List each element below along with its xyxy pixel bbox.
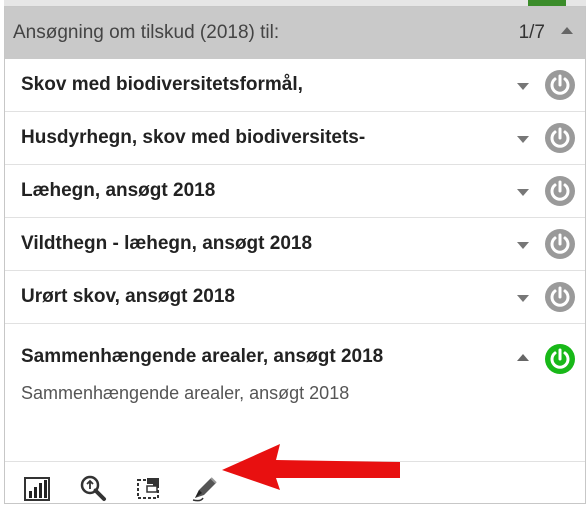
layer-description: Sammenhængende arealer, ansøgt 2018	[21, 383, 350, 403]
edit-pencil-icon[interactable]	[189, 472, 221, 504]
power-toggle-icon[interactable]	[545, 70, 575, 100]
expand-chevron-icon[interactable]	[517, 295, 529, 302]
power-toggle-icon[interactable]	[545, 344, 575, 374]
layer-label: Sammenhængende arealer, ansøgt 2018	[21, 346, 384, 367]
layer-label: Læhegn, ansøgt 2018	[21, 180, 216, 201]
expand-chevron-icon[interactable]	[517, 83, 529, 90]
layer-row[interactable]: Urørt skov, ansøgt 2018	[5, 271, 585, 324]
expand-chevron-icon[interactable]	[517, 189, 529, 196]
collapse-chevron-icon[interactable]	[517, 354, 529, 361]
layer-row[interactable]: Skov med biodiversitetsformål,	[5, 59, 585, 112]
power-toggle-icon[interactable]	[545, 229, 575, 259]
expand-chevron-icon[interactable]	[517, 242, 529, 249]
application-layer-panel: Ansøgning om tilskud (2018) til: 1/7 Sko…	[4, 6, 586, 504]
power-toggle-icon[interactable]	[545, 282, 575, 312]
layer-label: Urørt skov, ansøgt 2018	[21, 286, 236, 307]
layer-label: Skov med biodiversitetsformål,	[21, 74, 303, 95]
panel-title: Ansøgning om tilskud (2018) til:	[13, 22, 280, 43]
bar-chart-icon[interactable]	[21, 472, 53, 504]
layer-label: Vildthegn - læhegn, ansøgt 2018	[21, 233, 313, 254]
power-toggle-icon[interactable]	[545, 123, 575, 153]
layer-label: Husdyrhegn, skov med biodiversitets-	[21, 127, 366, 148]
zoom-to-icon[interactable]	[77, 472, 109, 504]
layer-row[interactable]: Vildthegn - læhegn, ansøgt 2018	[5, 218, 585, 271]
select-area-icon[interactable]	[133, 472, 165, 504]
layer-row[interactable]: Husdyrhegn, skov med biodiversitets-	[5, 112, 585, 165]
screenshot-frame: Ansøgning om tilskud (2018) til: 1/7 Sko…	[0, 0, 586, 506]
layer-row[interactable]: Læhegn, ansøgt 2018	[5, 165, 585, 218]
layer-counter: 1/7	[518, 22, 545, 43]
panel-header[interactable]: Ansøgning om tilskud (2018) til: 1/7	[5, 7, 585, 59]
annotation-arrow-icon	[222, 444, 400, 490]
collapse-panel-icon[interactable]	[561, 27, 573, 34]
expand-chevron-icon[interactable]	[517, 136, 529, 143]
power-toggle-icon[interactable]	[545, 176, 575, 206]
